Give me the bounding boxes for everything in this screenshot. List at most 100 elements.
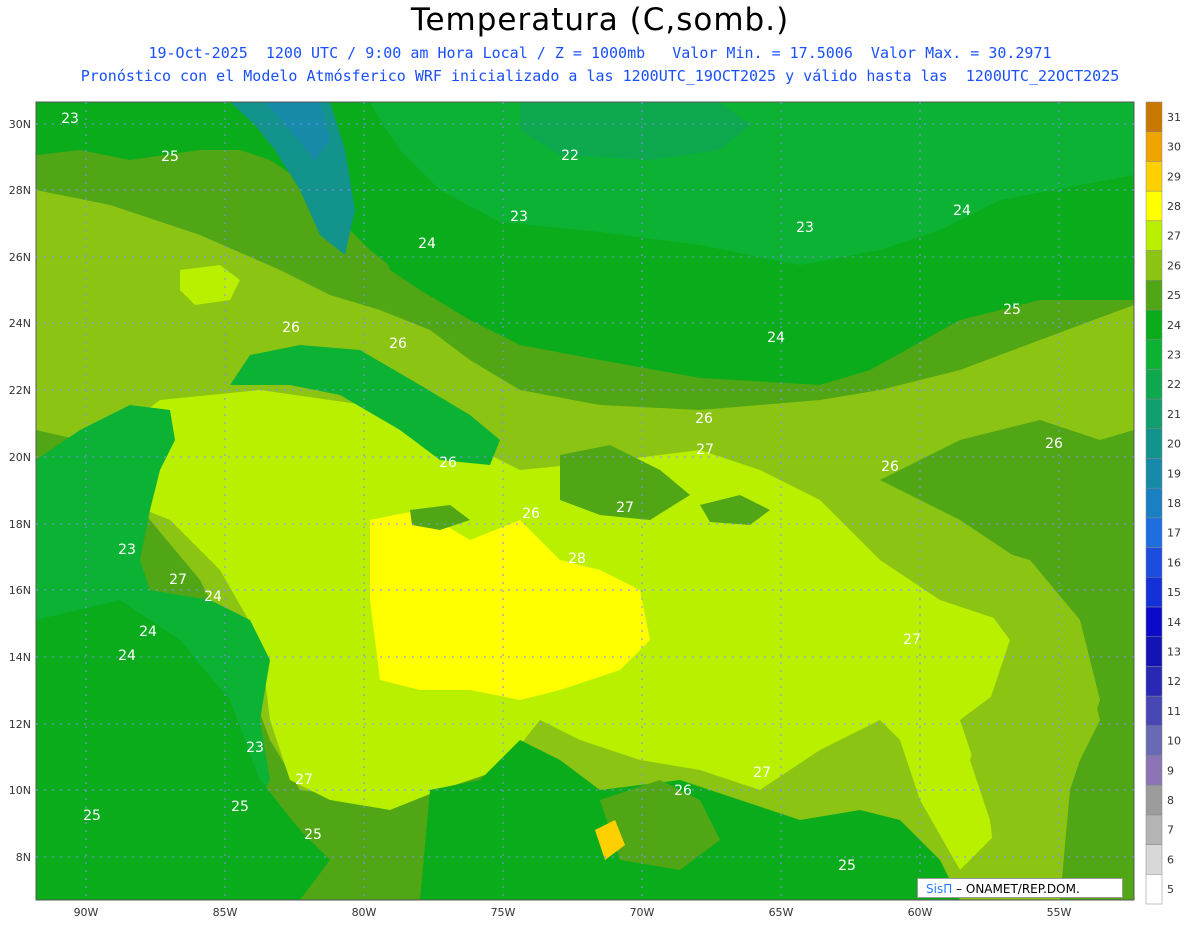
- contour-label: 24: [139, 624, 157, 640]
- colorbar-swatch: [1145, 577, 1163, 608]
- contour-label: 24: [767, 330, 785, 346]
- colorbar-label: 30: [1167, 141, 1181, 154]
- colorbar-swatch: [1145, 220, 1163, 251]
- colorbar-label: 6: [1167, 853, 1174, 866]
- contour-label: 23: [796, 220, 814, 236]
- colorbar-swatch: [1145, 131, 1163, 162]
- lat-label: 18N: [9, 518, 31, 531]
- lat-label: 20N: [9, 451, 31, 464]
- contour-label: 25: [161, 149, 179, 165]
- lat-label: 14N: [9, 651, 31, 664]
- colorbar-swatch: [1145, 369, 1163, 400]
- colorbar-swatch: [1145, 606, 1163, 637]
- contour-label: 25: [304, 827, 322, 843]
- colorbar-label: 12: [1167, 675, 1181, 688]
- contour-label: 23: [246, 740, 264, 756]
- lon-label: 85W: [213, 906, 238, 919]
- contour-label: 25: [231, 799, 249, 815]
- lat-label: 24N: [9, 317, 31, 330]
- colorbar-swatch: [1145, 190, 1163, 222]
- colorbar-label: 16: [1167, 556, 1181, 569]
- contour-label: 24: [118, 648, 136, 664]
- contour-label: 23: [510, 209, 528, 225]
- colorbar-label: 18: [1167, 497, 1181, 510]
- colorbar-label: 21: [1167, 408, 1181, 421]
- contour-label: 26: [282, 320, 300, 336]
- colorbar-swatch: [1145, 339, 1163, 370]
- lon-label: 60W: [908, 906, 933, 919]
- colorbar-label: 27: [1167, 230, 1181, 243]
- contour-label: 24: [204, 589, 222, 605]
- colorbar-label: 20: [1167, 438, 1181, 451]
- colorbar-label: 26: [1167, 259, 1181, 272]
- colorbar-swatch: [1145, 161, 1163, 192]
- contour-label: 27: [753, 765, 771, 781]
- contour-label: 22: [561, 148, 579, 164]
- contour-label: 24: [418, 236, 436, 252]
- colorbar-label: 19: [1167, 467, 1181, 480]
- colorbar-label: 13: [1167, 646, 1181, 659]
- lat-label: 16N: [9, 584, 31, 597]
- colorbar-swatch: [1145, 725, 1163, 756]
- contour-label: 26: [674, 783, 692, 799]
- colorbar-label: 15: [1167, 586, 1181, 599]
- colorbar-swatch: [1145, 784, 1163, 816]
- colorbar-label: 29: [1167, 170, 1181, 183]
- credit-text: – ONAMET/REP.DOM.: [956, 882, 1080, 896]
- colorbar-label: 11: [1167, 705, 1181, 718]
- lat-label: 26N: [9, 251, 31, 264]
- lon-label: 90W: [74, 906, 99, 919]
- colorbar-swatch: [1145, 279, 1163, 311]
- contour-label: 27: [295, 772, 313, 788]
- colorbar: 5 6 7 8 9 10 11 12 13 14 15 16 17 18 19 20 21 22 23 24 25 26 2…: [1145, 101, 1181, 905]
- contour-label: 27: [169, 572, 187, 588]
- colorbar-label: 7: [1167, 824, 1174, 837]
- temperature-field: [36, 102, 1134, 900]
- lat-label: 30N: [9, 118, 31, 131]
- colorbar-label: 22: [1167, 378, 1181, 391]
- colorbar-label: 14: [1167, 616, 1181, 629]
- contour-label: 26: [1045, 436, 1063, 452]
- colorbar-label: 10: [1167, 735, 1181, 748]
- colorbar-swatch: [1145, 428, 1163, 459]
- contour-label: 26: [389, 336, 407, 352]
- credit-brand: SisΠ: [926, 882, 953, 896]
- contour-label: 25: [838, 858, 856, 874]
- lat-label: 28N: [9, 184, 31, 197]
- colorbar-swatch: [1145, 250, 1163, 281]
- contour-label: 23: [61, 111, 79, 127]
- colorbar-label: 28: [1167, 200, 1181, 213]
- colorbar-swatch: [1145, 874, 1163, 905]
- colorbar-swatch: [1145, 636, 1163, 667]
- colorbar-swatch: [1145, 814, 1163, 845]
- contour-label: 27: [903, 632, 921, 648]
- colorbar-label: 31: [1167, 111, 1181, 124]
- lon-label: 55W: [1047, 906, 1072, 919]
- contour-label: 28: [568, 551, 586, 567]
- contour-label: 25: [83, 808, 101, 824]
- colorbar-swatch: [1145, 398, 1163, 429]
- credit-box: SisΠ – ONAMET/REP.DOM.: [917, 878, 1123, 898]
- colorbar-label: 5: [1167, 883, 1174, 896]
- contour-label: 27: [616, 500, 634, 516]
- colorbar-swatch: [1145, 309, 1163, 340]
- colorbar-label: 23: [1167, 348, 1181, 361]
- colorbar-label: 17: [1167, 527, 1181, 540]
- colorbar-swatch: [1145, 101, 1163, 132]
- contour-label: 25: [1003, 302, 1021, 318]
- colorbar-swatch: [1145, 517, 1163, 548]
- contour-label: 23: [118, 542, 136, 558]
- colorbar-swatch: [1145, 458, 1163, 489]
- lon-label: 75W: [491, 906, 516, 919]
- lat-label: 8N: [16, 851, 31, 864]
- colorbar-label: 25: [1167, 289, 1181, 302]
- colorbar-swatch: [1145, 487, 1163, 519]
- lat-label: 22N: [9, 384, 31, 397]
- colorbar-label: 24: [1167, 319, 1181, 332]
- lat-label: 10N: [9, 784, 31, 797]
- contour-label: 24: [953, 203, 971, 219]
- contour-label: 26: [881, 459, 899, 475]
- colorbar-swatch: [1145, 547, 1163, 578]
- contour-label: 27: [696, 442, 714, 458]
- lon-label: 65W: [769, 906, 794, 919]
